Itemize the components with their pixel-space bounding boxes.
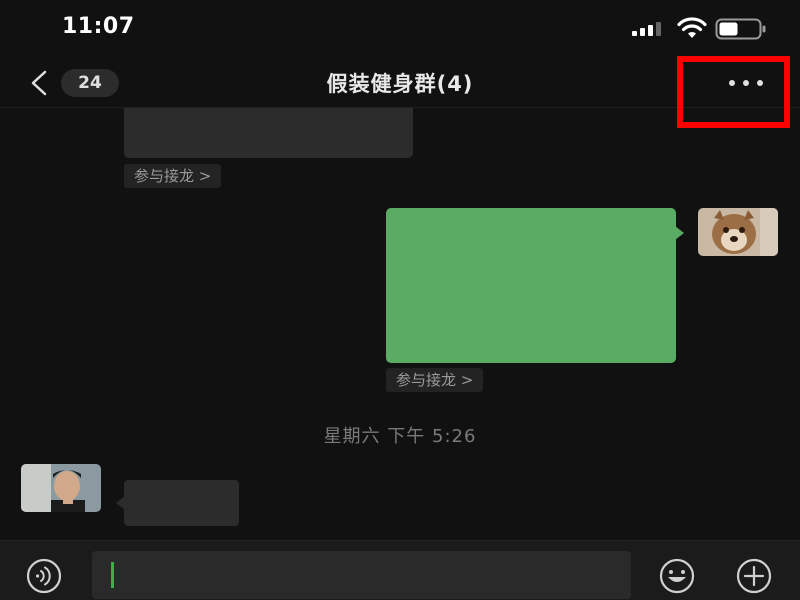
incoming-message-bubble[interactable]: [124, 480, 239, 526]
outgoing-bubble-tail: [675, 226, 684, 240]
battery-icon: [715, 18, 766, 40]
status-bar: 11:07: [0, 0, 800, 56]
dog-avatar-image: [698, 208, 778, 256]
input-bar: [0, 540, 800, 600]
incoming-message-bubble[interactable]: [124, 108, 413, 158]
outgoing-message-bubble[interactable]: [386, 208, 676, 363]
join-relay-button[interactable]: 参与接龙 >: [124, 164, 222, 188]
smiley-icon[interactable]: [650, 558, 704, 594]
chevron-left-icon: [31, 70, 47, 96]
more-options-button[interactable]: [677, 56, 790, 128]
unread-count-badge: 24: [61, 69, 119, 97]
voice-icon[interactable]: [18, 558, 70, 594]
chat-title: 假装健身群(4): [326, 72, 474, 96]
text-caret: [111, 562, 114, 588]
member-avatar[interactable]: [21, 464, 101, 512]
join-relay-button[interactable]: 参与接龙 >: [386, 368, 484, 392]
signal-icon: [632, 22, 664, 36]
message-input[interactable]: [92, 551, 631, 599]
my-avatar[interactable]: [698, 208, 778, 256]
back-button[interactable]: 24: [28, 68, 128, 98]
plus-icon[interactable]: [727, 558, 781, 594]
person-avatar-image: [21, 464, 101, 512]
status-time: 11:07: [62, 14, 135, 39]
message-timestamp: 星期六 下午 5:26: [323, 426, 477, 447]
more-dots-icon: [729, 80, 773, 88]
wifi-icon: [677, 17, 707, 38]
